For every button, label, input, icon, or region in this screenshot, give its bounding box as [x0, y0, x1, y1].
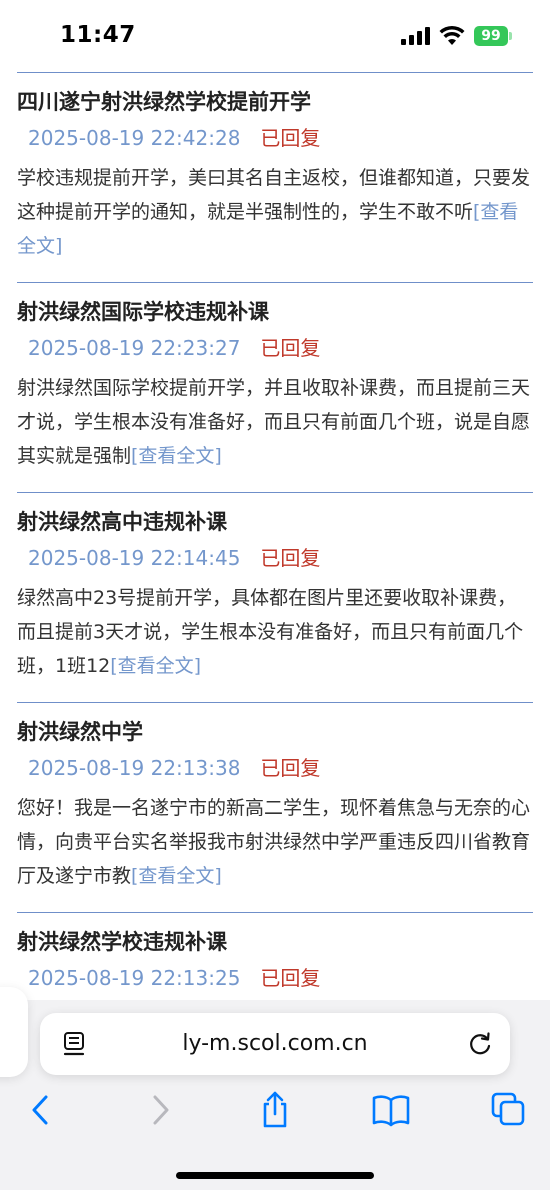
item-date: 2025-08-19 22:42:28 [28, 126, 241, 150]
excerpt-text: 射洪绿然国际学校提前开学，并且收取补课费，而且提前三天才说，学生根本没有准备好，… [17, 377, 531, 467]
wifi-icon [439, 25, 465, 45]
item-title[interactable]: 四川遂宁射洪绿然学校提前开学 [17, 87, 533, 117]
status-badge: 已回复 [260, 966, 321, 990]
cellular-signal-icon [401, 27, 431, 45]
item-date: 2025-08-19 22:14:45 [28, 546, 241, 570]
home-indicator [176, 1172, 374, 1179]
item-excerpt: 绿然高中23号提前开学，具体都在图片里还要收取补课费，而且提前3天才说，学生根本… [17, 581, 533, 683]
forward-chevron-icon[interactable] [140, 1090, 180, 1130]
item-meta: 2025-08-19 22:14:45 已回复 [17, 544, 533, 572]
status-badge: 已回复 [260, 546, 321, 570]
item-meta: 2025-08-19 22:42:28 已回复 [17, 124, 533, 152]
tabs-icon[interactable] [489, 1090, 529, 1130]
list-item[interactable]: 四川遂宁射洪绿然学校提前开学 2025-08-19 22:42:28 已回复 学校… [17, 72, 533, 282]
previous-tab-preview[interactable] [0, 987, 28, 1077]
item-title[interactable]: 射洪绿然中学 [17, 717, 533, 747]
item-meta: 2025-08-19 22:13:25 已回复 [17, 964, 533, 992]
list-item[interactable]: 射洪绿然中学 2025-08-19 22:13:38 已回复 您好！我是一名遂宁市… [17, 702, 533, 912]
excerpt-text: 学校违规提前开学，美曰其名自主返校，但谁都知道，只要发这种提前开学的通知，就是半… [17, 167, 531, 223]
item-date: 2025-08-19 22:13:38 [28, 756, 241, 780]
item-title[interactable]: 射洪绿然国际学校违规补课 [17, 297, 533, 327]
complaint-list: 四川遂宁射洪绿然学校提前开学 2025-08-19 22:42:28 已回复 学校… [17, 72, 533, 1122]
bookmarks-icon[interactable] [371, 1090, 411, 1130]
read-more-link[interactable]: [查看全文] [131, 445, 222, 467]
excerpt-text: 绿然高中23号提前开学，具体都在图片里还要收取补课费，而且提前3天才说，学生根本… [17, 587, 524, 677]
address-bar[interactable]: ly-m.scol.com.cn [40, 1013, 510, 1075]
status-badge: 已回复 [260, 126, 321, 150]
list-item[interactable]: 射洪绿然国际学校违规补课 2025-08-19 22:23:27 已回复 射洪绿然… [17, 282, 533, 492]
back-chevron-icon[interactable] [21, 1090, 61, 1130]
share-icon[interactable] [255, 1090, 295, 1130]
item-date: 2025-08-19 22:23:27 [28, 336, 241, 360]
battery-icon: 99 [474, 26, 512, 46]
excerpt-text: 您好！我是一名遂宁市的新高二学生，现怀着焦急与无奈的心情，向贵平台实名举报我市射… [17, 797, 531, 887]
battery-level: 99 [474, 26, 508, 46]
item-excerpt: 射洪绿然国际学校提前开学，并且收取补课费，而且提前三天才说，学生根本没有准备好，… [17, 371, 533, 473]
reload-icon[interactable] [466, 1030, 494, 1058]
url-text[interactable]: ly-m.scol.com.cn [40, 1013, 510, 1075]
item-meta: 2025-08-19 22:23:27 已回复 [17, 334, 533, 362]
read-more-link[interactable]: [查看全文] [110, 655, 201, 677]
item-date: 2025-08-19 22:13:25 [28, 966, 241, 990]
status-bar: 11:47 99 [0, 0, 550, 70]
read-more-link[interactable]: [查看全文] [131, 865, 222, 887]
item-excerpt: 您好！我是一名遂宁市的新高二学生，现怀着焦急与无奈的心情，向贵平台实名举报我市射… [17, 791, 533, 893]
status-time: 11:47 [60, 22, 136, 48]
item-title[interactable]: 射洪绿然高中违规补课 [17, 507, 533, 537]
status-badge: 已回复 [260, 756, 321, 780]
item-excerpt: 学校违规提前开学，美曰其名自主返校，但谁都知道，只要发这种提前开学的通知，就是半… [17, 161, 533, 263]
item-title[interactable]: 射洪绿然学校违规补课 [17, 927, 533, 957]
item-meta: 2025-08-19 22:13:38 已回复 [17, 754, 533, 782]
list-item[interactable]: 射洪绿然高中违规补课 2025-08-19 22:14:45 已回复 绿然高中23… [17, 492, 533, 702]
status-badge: 已回复 [260, 336, 321, 360]
